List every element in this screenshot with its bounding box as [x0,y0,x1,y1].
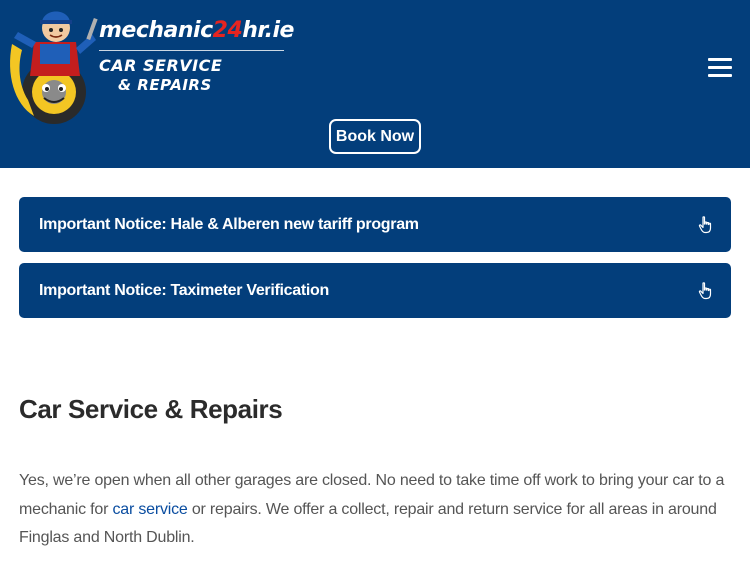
mechanic-mascot-logo [10,11,98,124]
hamburger-menu-icon[interactable] [706,56,734,80]
book-now-button[interactable]: Book Now [329,119,421,154]
notice-tariff-program[interactable]: Important Notice: Hale & Alberen new tar… [19,197,731,252]
logo-brand-name: mechanic24hr.ie [99,18,294,43]
notice-taximeter-verification[interactable]: Important Notice: Taximeter Verification [19,263,731,318]
car-service-link[interactable]: car service [112,501,187,518]
logo-tagline-line2: & REPAIRS [118,76,212,94]
notice-label: Important Notice: Taximeter Verification [39,282,329,299]
logo-tagline-line1: CAR SERVICE [99,56,223,75]
logo-divider [99,50,284,51]
page-title: Car Service & Repairs [19,394,283,424]
notice-label: Important Notice: Hale & Alberen new tar… [39,216,419,233]
intro-paragraph: Yes, we’re open when all other garages a… [19,467,731,553]
site-logo[interactable]: mechanic24hr.ie CAR SERVICE & REPAIRS [4,4,294,128]
pointing-hand-icon [698,216,712,234]
site-header: mechanic24hr.ie CAR SERVICE & REPAIRS Bo… [0,0,750,168]
pointing-hand-icon [698,282,712,300]
